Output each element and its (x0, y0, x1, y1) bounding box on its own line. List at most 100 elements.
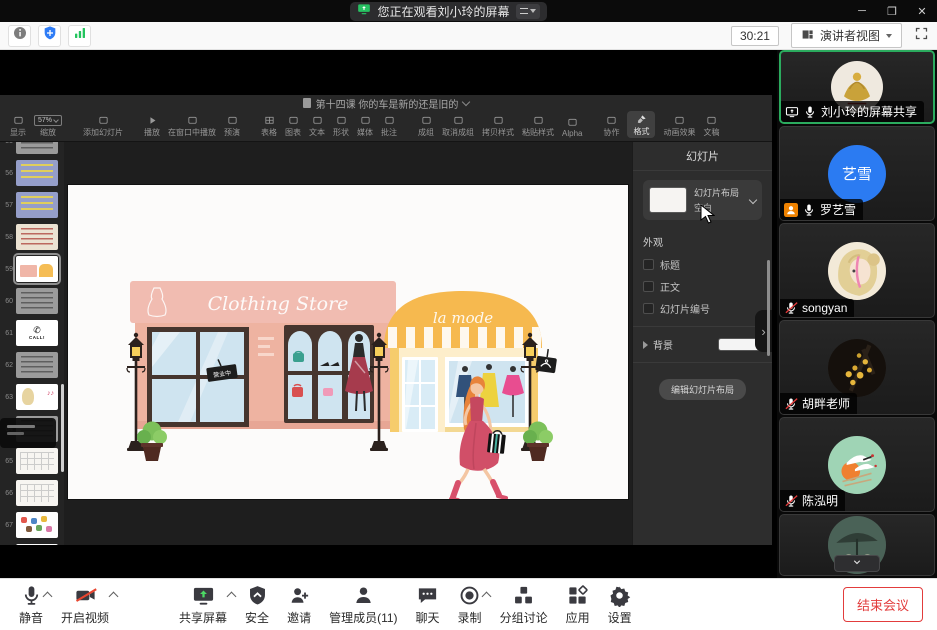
tool-icon-wrap (452, 114, 465, 126)
checkbox-row-幻灯片编号[interactable]: 幻灯片编号 (643, 301, 762, 316)
chevron-down-icon (851, 556, 863, 568)
checkbox-row-正文[interactable]: 正文 (643, 279, 762, 294)
keynote-tool-format[interactable]: 格式 (627, 111, 655, 138)
banner-menu-button[interactable] (516, 4, 540, 19)
share-screen-chevron-up[interactable] (227, 592, 237, 602)
appearance-label: 外观 (643, 234, 762, 249)
slide-thumbnail-60[interactable] (16, 288, 58, 314)
close-button[interactable]: ✕ (907, 0, 937, 22)
maximize-button[interactable]: ❐ (877, 0, 907, 22)
keynote-tool-play[interactable]: 播放 (144, 114, 160, 138)
keynote-tool-play-in-window[interactable]: 在窗口中播放 (168, 114, 216, 138)
tooltip-line (7, 425, 35, 428)
participant-tile-hupan[interactable]: 胡畔老师 (779, 320, 935, 415)
avatar: 艺雪 (828, 145, 886, 203)
share-screen-button[interactable]: 共享屏幕 (179, 584, 227, 626)
tool-icon-wrap (492, 114, 505, 126)
tool-icon-wrap (12, 114, 25, 126)
info-icon-slot (12, 25, 28, 46)
keynote-tool-paste-style[interactable]: 粘贴样式 (522, 114, 554, 138)
checkbox-row-标题[interactable]: 标题 (643, 257, 762, 272)
settings-button[interactable]: 设置 (608, 584, 632, 626)
inspector-scrollbar[interactable] (767, 260, 770, 356)
checkbox[interactable] (643, 303, 654, 314)
fullscreen-button[interactable] (914, 26, 929, 46)
keynote-tool-rehearse[interactable]: 预演 (224, 114, 240, 138)
keynote-tool-chart[interactable]: 图表 (285, 114, 301, 138)
slide-thumbnail-55[interactable] (16, 142, 58, 154)
edit-slide-layout-button[interactable]: 编辑幻灯片布局 (659, 379, 746, 400)
flowers-avatar (828, 339, 886, 397)
participant-tile-chenhongming[interactable]: 陈泓明 (779, 417, 935, 512)
record-button[interactable]: 录制 (458, 584, 482, 626)
view-mode-button[interactable]: 演讲者视图 (791, 23, 902, 48)
network-status-button[interactable] (68, 25, 91, 47)
participants-scroll-down-button[interactable] (834, 555, 880, 572)
keynote-tool-shape[interactable]: 形状 (333, 114, 349, 138)
mute-button[interactable]: 静音 (19, 584, 43, 626)
members-button[interactable]: 管理成员(11) (329, 584, 397, 626)
slide-thumbnail-68[interactable] (16, 544, 58, 545)
tool-icon (186, 115, 199, 126)
participant-tile-luoyixue[interactable]: 艺雪罗艺雪 (779, 126, 935, 221)
keynote-tool-table[interactable]: 表格 (261, 114, 277, 138)
keynote-tool-group[interactable]: 成组 (418, 114, 434, 138)
keynote-tool-text[interactable]: 文本 (309, 114, 325, 138)
keynote-tool-view[interactable]: 显示 (10, 114, 26, 138)
apps-label: 应用 (566, 609, 590, 626)
start-video-button[interactable]: 开启视频 (61, 584, 109, 626)
keynote-tool-animate[interactable]: 动画效果 (663, 114, 695, 138)
share-screen-label: 共享屏幕 (179, 609, 227, 626)
mute-chevron-up[interactable] (43, 592, 53, 602)
keynote-tool-comment[interactable]: 批注 (381, 114, 397, 138)
slide-thumbnail-56[interactable] (16, 160, 58, 186)
keynote-tool-media[interactable]: 媒体 (357, 114, 373, 138)
invite-label: 邀请 (287, 609, 311, 626)
tool-label: 添加幻灯片 (83, 127, 123, 138)
checkbox[interactable] (643, 259, 654, 270)
slide-thumbnail-63[interactable] (16, 384, 58, 410)
start-video-chevron-up[interactable] (109, 592, 119, 602)
slide-thumbnail-62[interactable] (16, 352, 58, 378)
tool-icon (492, 115, 505, 126)
participant-tile-songyan[interactable]: songyan (779, 223, 935, 318)
tool-icon-wrap (566, 116, 579, 128)
apps-button[interactable]: 应用 (566, 584, 590, 626)
slide-thumbnail-59[interactable] (16, 256, 58, 282)
keynote-tool-zoom[interactable]: 57%缩放 (34, 115, 62, 138)
meeting-timer: 30:21 (731, 26, 779, 46)
invite-button[interactable]: 邀请 (287, 584, 311, 626)
watching-screen-banner[interactable]: 您正在观看刘小玲的屏幕 (350, 2, 546, 21)
minimize-button[interactable]: ─ (847, 0, 877, 22)
checkbox[interactable] (643, 281, 654, 292)
keynote-tool-document[interactable]: 文稿 (703, 114, 719, 138)
slide-thumbnail-65[interactable] (16, 448, 58, 474)
keynote-tool-copy-style[interactable]: 拷贝样式 (482, 114, 514, 138)
slide-thumbnail-57[interactable] (16, 192, 58, 218)
tool-icon-wrap (635, 113, 648, 125)
slide-thumbnail-66[interactable] (16, 480, 58, 506)
participant-tile-liuxiaoling-share[interactable]: 刘小玲的屏幕共享 (779, 50, 935, 124)
keynote-tool-add-slide[interactable]: 添加幻灯片 (83, 114, 123, 138)
chevron-down-icon[interactable] (462, 97, 470, 105)
slide-thumbnail-58[interactable] (16, 224, 58, 250)
security-button[interactable]: 安全 (245, 584, 269, 626)
breakout-button[interactable]: 分组讨论 (500, 584, 548, 626)
keynote-toolbar: 显示 57%缩放添加幻灯片 播放在窗口中播放预演表格图表文本形状媒体批注成组取消成组… (0, 111, 772, 142)
keynote-tool-ungroup[interactable]: 取消成组 (442, 114, 474, 138)
meeting-info-button[interactable] (8, 25, 31, 47)
tool-label: 表格 (261, 127, 277, 138)
end-meeting-button[interactable]: 结束会议 (843, 587, 923, 622)
chat-button[interactable]: 聊天 (416, 584, 440, 626)
keynote-tool-collaborate[interactable]: 协作 (603, 114, 619, 138)
slide-thumbnail-row: 57 (0, 192, 64, 218)
security-shield-button[interactable] (38, 25, 61, 47)
tool-label: Alpha (562, 129, 582, 138)
slide-thumbnail-row: 67 (0, 512, 64, 538)
chevron-down-icon-slot (851, 555, 863, 573)
record-chevron-up[interactable] (481, 592, 491, 602)
keynote-tool-alpha[interactable]: Alpha (562, 116, 582, 138)
background-row[interactable]: 背景 (643, 337, 762, 352)
slide-thumbnail-67[interactable] (16, 512, 58, 538)
slide-thumbnail-61[interactable]: ✆CALL! (16, 320, 58, 346)
